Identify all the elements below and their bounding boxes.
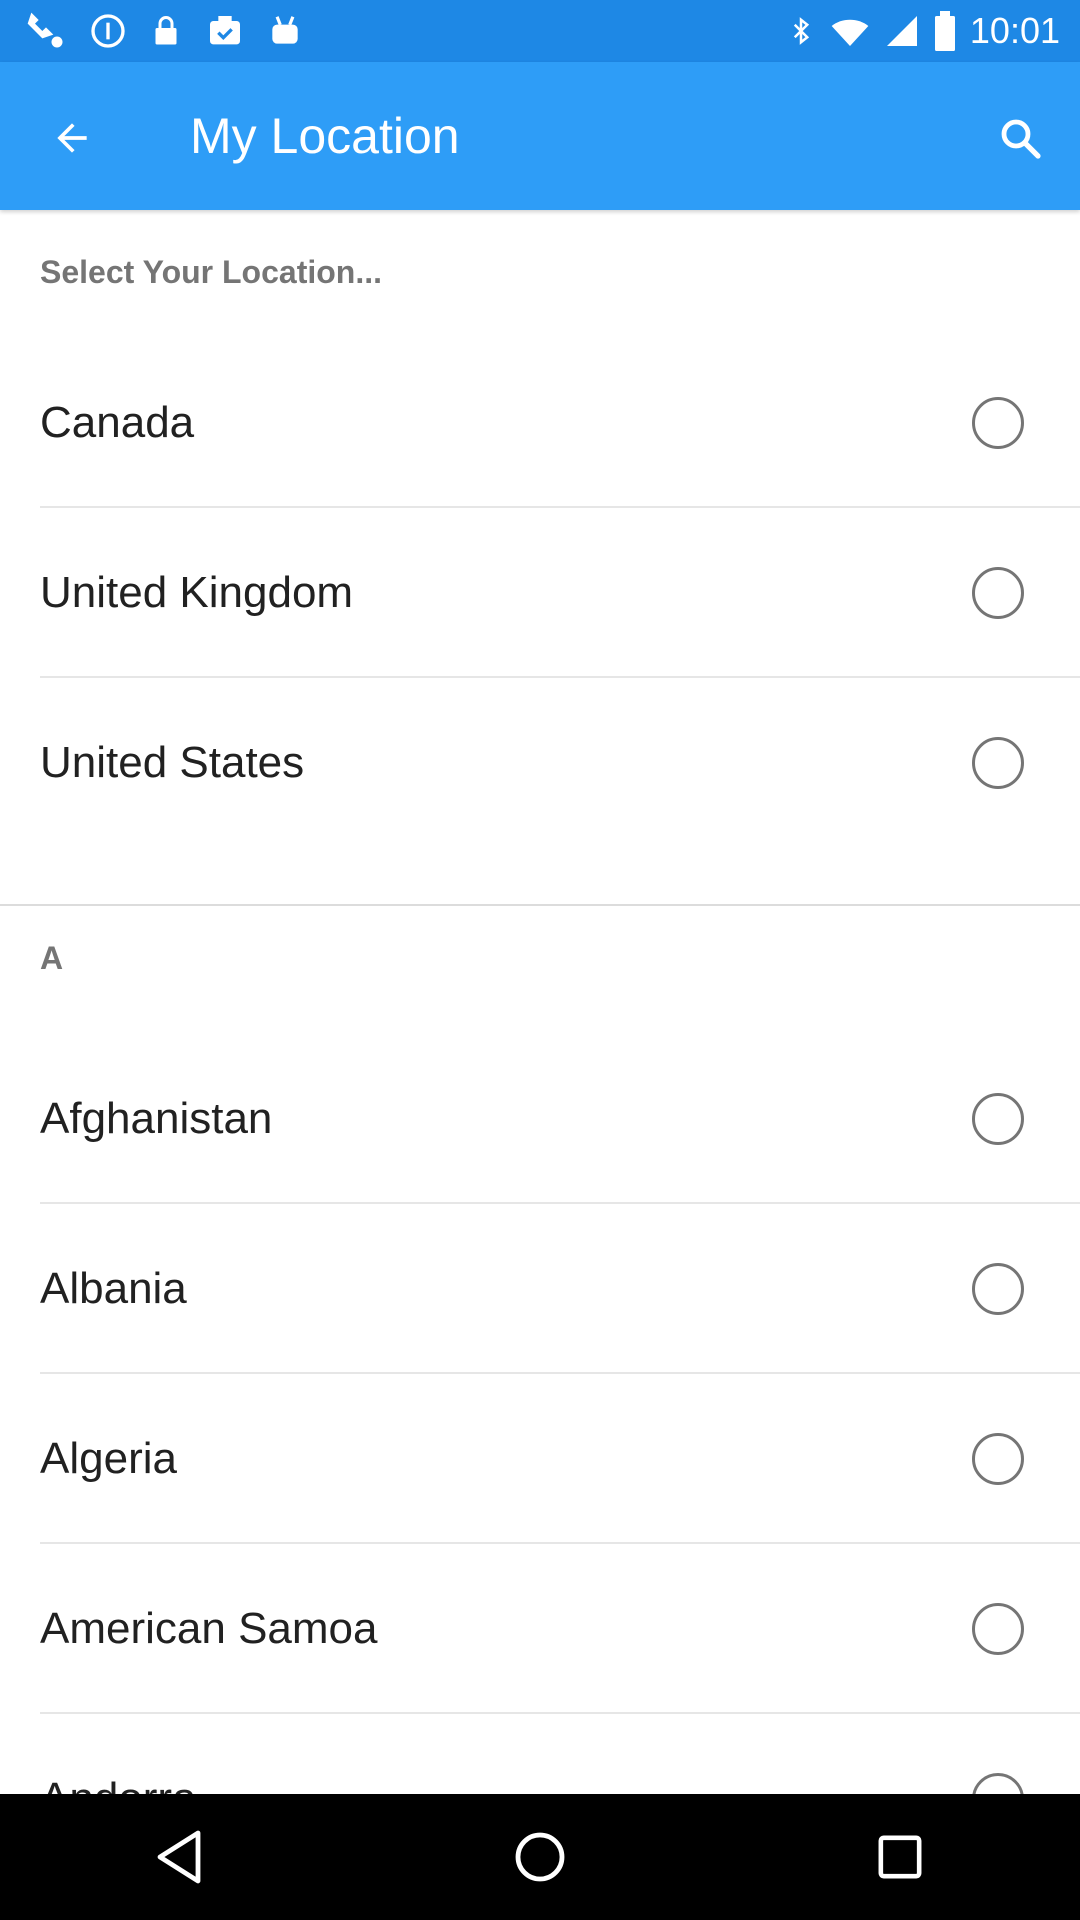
- location-label: American Samoa: [40, 1604, 378, 1653]
- location-item-afghanistan[interactable]: Afghanistan: [0, 1034, 1080, 1204]
- search-button[interactable]: [984, 102, 1056, 174]
- fake-gps-icon: [27, 12, 63, 48]
- alpha-section-letter: A: [40, 940, 64, 976]
- radio-button[interactable]: [972, 737, 1024, 789]
- signal-icon: [886, 16, 917, 46]
- status-bar: 10:01: [0, 0, 1080, 62]
- location-item-united-states[interactable]: United States: [0, 678, 1080, 848]
- app-bar: My Location: [0, 62, 1080, 210]
- task-icon: [210, 16, 240, 45]
- location-label: United Kingdom: [40, 568, 354, 617]
- location-label: Albania: [40, 1264, 187, 1313]
- location-item-united-kingdom[interactable]: United Kingdom: [0, 508, 1080, 678]
- section-header: Select Your Location...: [0, 210, 1080, 338]
- location-label: Afghanistan: [40, 1094, 273, 1143]
- nav-home-button[interactable]: [480, 1807, 600, 1907]
- nav-recents-button[interactable]: [840, 1807, 960, 1907]
- sync-icon: [91, 14, 125, 48]
- back-button[interactable]: [36, 102, 108, 174]
- location-item-canada[interactable]: Canada: [0, 338, 1080, 508]
- radio-button[interactable]: [972, 1433, 1024, 1485]
- back-triangle-icon: [157, 1830, 201, 1884]
- location-label: Canada: [40, 398, 195, 447]
- status-left-icons: [24, 9, 304, 53]
- location-label: Algeria: [40, 1434, 177, 1483]
- battery-icon: [934, 11, 955, 51]
- radio-button[interactable]: [972, 397, 1024, 449]
- bluetooth-icon: [793, 17, 810, 45]
- wifi-icon: [831, 19, 869, 46]
- radio-button[interactable]: [972, 1773, 1024, 1794]
- location-list[interactable]: Select Your Location... Canada United Ki…: [0, 210, 1080, 1794]
- android-icon: [272, 16, 298, 44]
- location-item-albania[interactable]: Albania: [0, 1204, 1080, 1374]
- radio-button[interactable]: [972, 1603, 1024, 1655]
- status-right-icons: 10:01: [786, 9, 1060, 53]
- recents-square-icon: [878, 1835, 922, 1879]
- status-time: 10:01: [969, 10, 1060, 51]
- lock-icon: [155, 16, 177, 45]
- nav-back-button[interactable]: [120, 1807, 240, 1907]
- location-item-algeria[interactable]: Algeria: [0, 1374, 1080, 1544]
- alpha-section-header: A: [0, 904, 1080, 1034]
- location-label: Andorra: [40, 1774, 197, 1794]
- radio-button[interactable]: [972, 567, 1024, 619]
- section-header-label: Select Your Location...: [40, 254, 382, 290]
- arrow-back-icon: [57, 123, 87, 153]
- search-icon: [1001, 119, 1041, 159]
- location-label: United States: [40, 738, 305, 787]
- home-circle-icon: [515, 1832, 565, 1882]
- location-item-andorra[interactable]: Andorra: [0, 1714, 1080, 1794]
- system-nav-bar: [0, 1794, 1080, 1920]
- radio-button[interactable]: [972, 1263, 1024, 1315]
- location-item-american-samoa[interactable]: American Samoa: [0, 1544, 1080, 1714]
- page-title: My Location: [190, 108, 460, 164]
- radio-button[interactable]: [972, 1093, 1024, 1145]
